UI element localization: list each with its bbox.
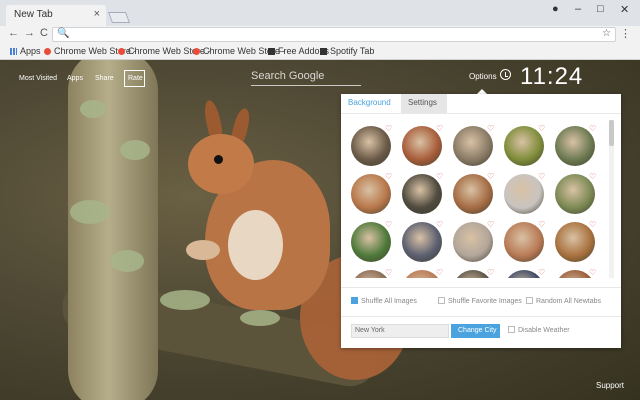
close-icon[interactable]: × <box>94 8 100 20</box>
favorite-heart-icon[interactable]: ♡ <box>538 221 546 229</box>
option-label: Disable Weather <box>518 327 570 334</box>
squirrel-paw <box>186 240 220 260</box>
divider <box>341 316 621 317</box>
checkbox-checked-icon[interactable] <box>351 297 358 304</box>
tab-strip: New Tab × ● – □ ✕ <box>0 0 640 26</box>
favorite-heart-icon[interactable]: ♡ <box>436 125 444 133</box>
spotify-icon <box>320 48 327 55</box>
divider <box>341 287 621 288</box>
favorite-heart-icon[interactable]: ♡ <box>589 221 597 229</box>
favorite-heart-icon[interactable]: ♡ <box>436 221 444 229</box>
bookmark-apps[interactable]: Apps <box>10 46 41 56</box>
option-label: Shuffle Favorite Images <box>448 298 522 305</box>
favorite-heart-icon[interactable]: ♡ <box>436 173 444 181</box>
forward-icon[interactable]: → <box>24 27 35 39</box>
chrome-web-store-icon <box>44 48 51 55</box>
maximize-icon[interactable]: □ <box>597 3 604 15</box>
favorite-heart-icon[interactable]: ♡ <box>385 173 393 181</box>
tab-divider <box>341 113 621 114</box>
search-input[interactable]: Search Google <box>251 70 361 86</box>
new-tab-button[interactable] <box>107 12 131 23</box>
options-link[interactable]: Options <box>469 72 497 81</box>
reload-icon[interactable]: C <box>40 27 48 39</box>
favorite-heart-icon[interactable]: ♡ <box>436 269 444 277</box>
squirrel-eye <box>214 155 223 164</box>
bookmark-spotify-tab[interactable]: Spotify Tab <box>320 46 374 56</box>
star-icon[interactable]: ☆ <box>602 28 611 39</box>
tab-settings[interactable]: Settings <box>401 94 447 113</box>
apps-grid-icon <box>10 48 17 55</box>
checkbox-icon[interactable] <box>526 297 533 304</box>
menu-icon[interactable]: ⋮ <box>620 27 631 40</box>
checkbox-icon[interactable] <box>438 297 445 304</box>
minimize-icon[interactable]: – <box>575 3 581 15</box>
addons-icon <box>268 48 275 55</box>
lichen <box>240 310 280 326</box>
favorite-heart-icon[interactable]: ♡ <box>385 125 393 133</box>
favorite-heart-icon[interactable]: ♡ <box>538 173 546 181</box>
favorite-heart-icon[interactable]: ♡ <box>589 173 597 181</box>
favorite-heart-icon[interactable]: ♡ <box>487 173 495 181</box>
squirrel-belly <box>228 210 283 280</box>
favorite-heart-icon[interactable]: ♡ <box>487 269 495 277</box>
option-random-all[interactable]: Random All Newtabs <box>526 297 601 305</box>
city-input[interactable]: New York <box>351 324 449 338</box>
favorite-heart-icon[interactable]: ♡ <box>487 125 495 133</box>
address-bar[interactable]: 🔍 ☆ <box>52 27 616 42</box>
profile-icon[interactable]: ● <box>552 3 559 15</box>
favorite-heart-icon[interactable]: ♡ <box>385 221 393 229</box>
checkbox-icon[interactable] <box>508 326 515 333</box>
bookmark-label: Apps <box>20 46 41 56</box>
option-label: Shuffle All Images <box>361 298 417 305</box>
option-shuffle-all[interactable]: Shuffle All Images <box>351 297 417 305</box>
share-link[interactable]: Share <box>95 75 114 82</box>
tab-new-tab[interactable]: New Tab × <box>6 5 106 26</box>
browser-toolbar: ← → C 🔍 ☆ ⋮ <box>0 26 640 44</box>
chrome-web-store-icon <box>118 48 125 55</box>
favorite-heart-icon[interactable]: ♡ <box>589 269 597 277</box>
change-city-button[interactable]: Change City <box>451 324 500 338</box>
apps-link[interactable]: Apps <box>67 75 83 82</box>
squirrel-head <box>188 134 254 194</box>
scrollbar-thumb[interactable] <box>609 120 614 146</box>
back-icon[interactable]: ← <box>8 27 19 39</box>
favorite-heart-icon[interactable]: ♡ <box>538 269 546 277</box>
favorite-heart-icon[interactable]: ♡ <box>538 125 546 133</box>
chrome-web-store-icon <box>193 48 200 55</box>
options-panel: Background Settings ♡ ♡ ♡ ♡ ♡ ♡ ♡ ♡ ♡ ♡ ♡ ♡ ♡ ♡ ♡ ♡ ♡ ♡ ♡ ♡… <box>341 94 621 348</box>
lichen <box>120 140 150 160</box>
favorite-heart-icon[interactable]: ♡ <box>385 269 393 277</box>
support-link[interactable]: Support <box>596 381 624 390</box>
favorite-heart-icon[interactable]: ♡ <box>589 125 597 133</box>
most-visited-link[interactable]: Most Visited <box>19 75 57 82</box>
clock-time: 11:24 <box>520 63 584 90</box>
favorite-heart-icon[interactable]: ♡ <box>487 221 495 229</box>
disable-weather-option[interactable]: Disable Weather <box>508 326 570 334</box>
search-icon: 🔍 <box>57 28 70 39</box>
tab-title: New Tab <box>14 9 53 20</box>
bookmark-label: Spotify Tab <box>330 46 375 56</box>
background-thumbnail-grid: ♡ ♡ ♡ ♡ ♡ ♡ ♡ ♡ ♡ ♡ ♡ ♡ ♡ ♡ ♡ ♡ ♡ ♡ ♡ ♡ <box>349 124 607 278</box>
lichen <box>110 250 144 272</box>
close-window-icon[interactable]: ✕ <box>620 3 629 16</box>
lichen <box>70 200 110 224</box>
rate-button[interactable]: Rate <box>124 70 145 87</box>
clock-icon[interactable] <box>500 69 511 80</box>
option-label: Random All Newtabs <box>536 298 601 305</box>
lichen <box>80 100 106 118</box>
tab-background[interactable]: Background <box>341 94 401 113</box>
lichen <box>160 290 210 310</box>
option-shuffle-favorite[interactable]: Shuffle Favorite Images <box>438 297 522 305</box>
bookmarks-bar: Apps Chrome Web Store - Chrome Web Store… <box>0 44 640 60</box>
